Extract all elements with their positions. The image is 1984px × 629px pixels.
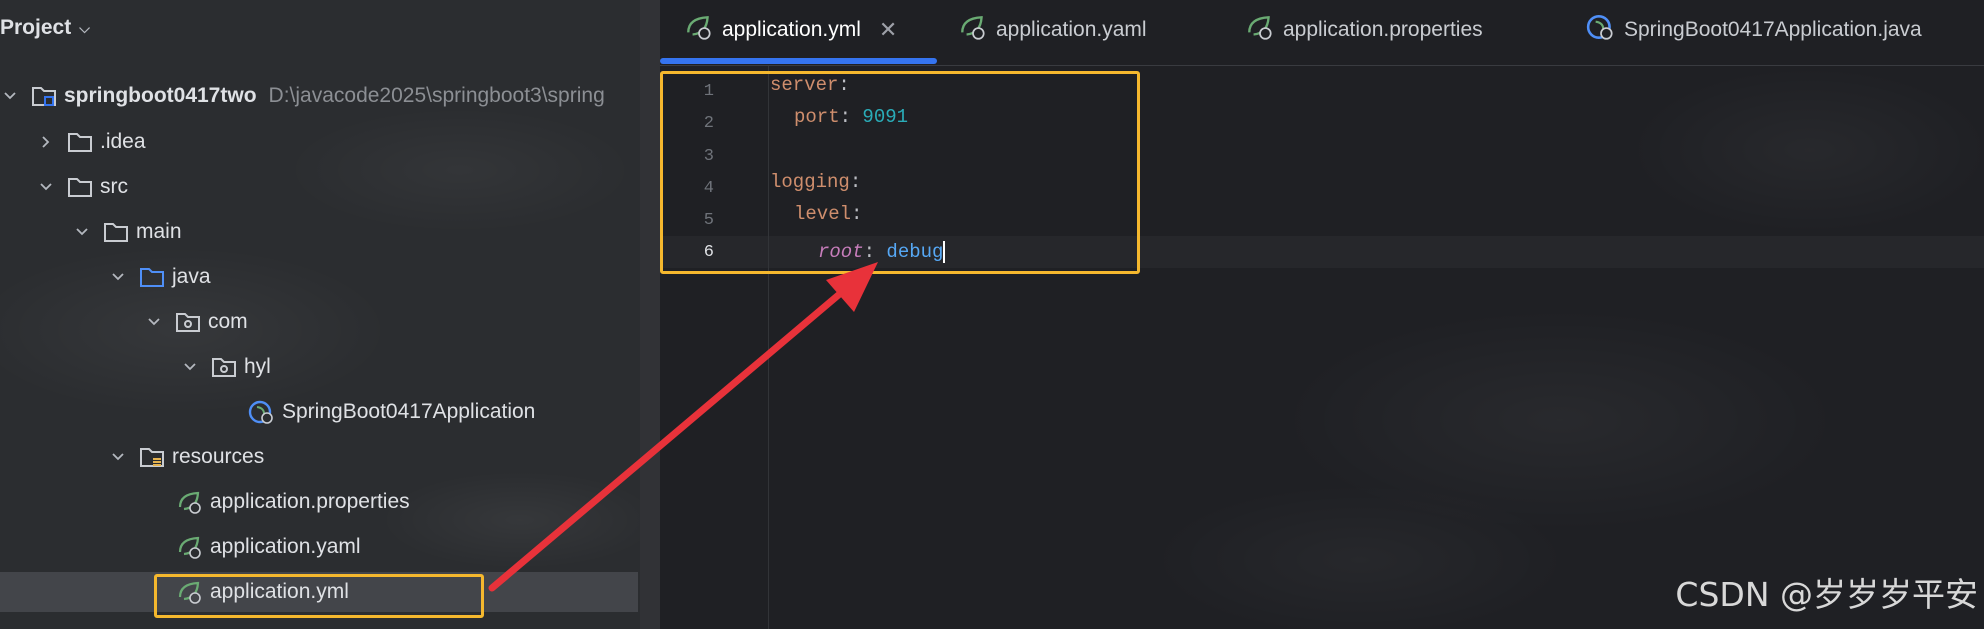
tab-label: application.yaml [996,18,1147,41]
tree-root[interactable]: springboot0417two D:\javacode2025\spring… [0,76,640,116]
spring-leaf-icon [684,13,714,47]
editor-tab-bar: application.yml ✕ application.yaml appli… [660,0,1984,66]
chevron-down-icon[interactable] [180,357,200,377]
tree-item-label: hyl [244,355,271,378]
chevron-down-icon[interactable] [36,177,56,197]
spring-leaf-icon [958,13,988,47]
folder-icon [102,219,130,245]
tree-item-label: .idea [100,130,146,153]
chevron-right-icon[interactable] [36,132,56,152]
source-folder-icon [138,264,166,290]
module-folder-icon [30,83,58,109]
tab-label: SpringBoot0417Application.java [1624,18,1922,41]
spring-leaf-icon [176,489,204,515]
tree-item-application-yaml[interactable]: application.yaml [0,527,640,567]
file-highlight-box [154,574,484,618]
tree-item-idea[interactable]: .idea [0,122,640,162]
tree-item-springboot-application[interactable]: SpringBoot0417Application [0,392,640,432]
panel-splitter[interactable] [640,0,660,629]
tab-application-yaml[interactable]: application.yaml [958,12,1147,48]
folder-icon [66,174,94,200]
spring-class-icon [248,399,276,425]
folder-icon [66,129,94,155]
panel-title: Project [0,16,72,39]
resources-folder-icon [138,444,166,470]
chevron-down-icon[interactable] [144,312,164,332]
chevron-down-icon[interactable] [0,86,20,106]
watermark: CSDN @岁岁岁平安 [1675,575,1978,614]
chevron-down-icon[interactable] [108,447,128,467]
tree-item-label: SpringBoot0417Application [282,400,536,423]
tree-item-resources[interactable]: resources [0,437,640,477]
tree-item-main[interactable]: main [0,212,640,252]
code-highlight-box [660,71,1140,274]
tree-item-label: application.yaml [210,535,361,558]
spring-leaf-icon [1245,13,1275,47]
tab-application-properties[interactable]: application.properties [1245,12,1483,48]
tree-item-label: java [172,265,211,288]
tab-label: application.properties [1283,18,1483,41]
tree-item-label: resources [172,445,265,468]
tree-item-com[interactable]: com [0,302,640,342]
spring-class-icon [1586,13,1616,47]
chevron-down-icon[interactable] [108,267,128,287]
tab-application-yml[interactable]: application.yml ✕ [684,12,897,48]
tree-item-label: src [100,175,128,198]
tree-item-java[interactable]: java [0,257,640,297]
spring-leaf-icon [176,534,204,560]
tree-item-label: application.properties [210,490,410,513]
tab-label: application.yml [722,18,861,41]
project-name: springboot0417two [64,84,257,107]
active-tab-indicator [660,58,937,64]
package-icon [174,309,202,335]
chevron-down-icon[interactable] [72,222,92,242]
tree-item-application-properties[interactable]: application.properties [0,482,640,522]
project-path: D:\javacode2025\springboot3\spring [268,84,605,107]
tab-springboot-application-java[interactable]: SpringBoot0417Application.java [1586,12,1922,48]
chevron-down-icon[interactable]: ⌵ [79,20,90,37]
tree-item-label: main [136,220,182,243]
project-panel-header[interactable]: Project ⌵ [0,12,90,44]
project-panel: Project ⌵ springboot0417two D:\javacode2… [0,0,640,629]
tree-item-hyl[interactable]: hyl [0,347,640,387]
tree-item-label: com [208,310,248,333]
package-icon [210,354,238,380]
tree-item-src[interactable]: src [0,167,640,207]
close-icon[interactable]: ✕ [879,17,897,43]
